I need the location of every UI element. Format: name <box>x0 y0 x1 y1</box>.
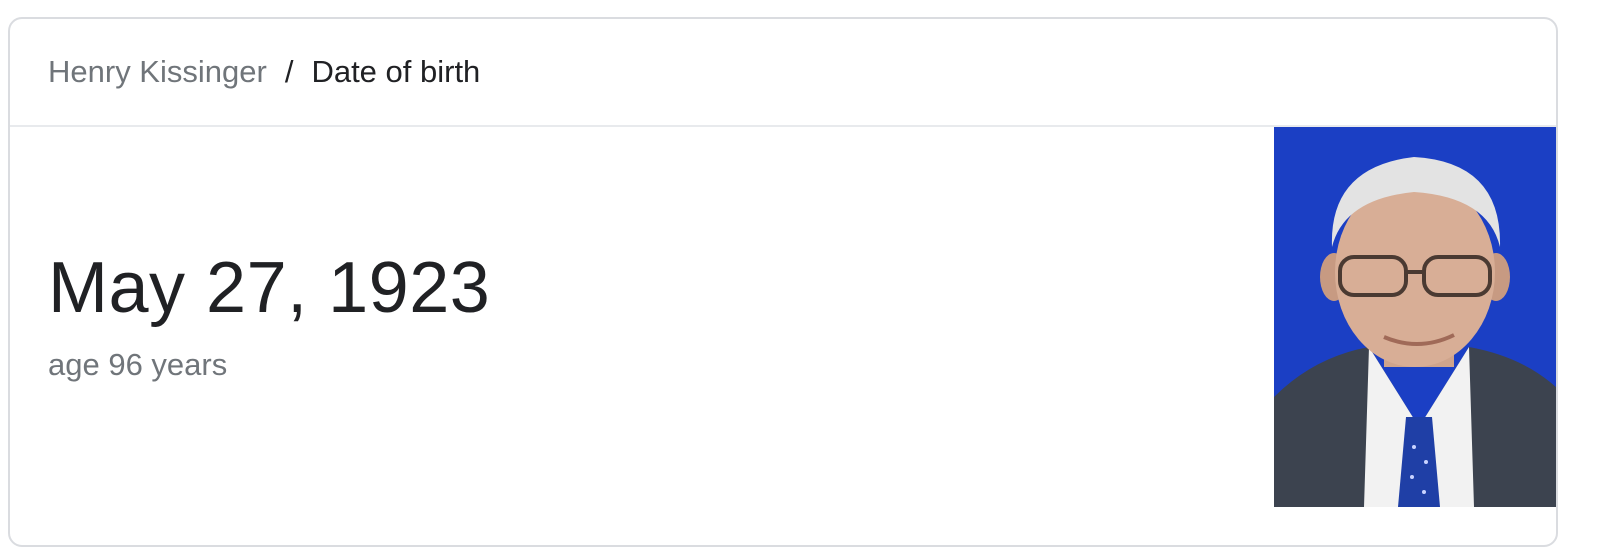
age-subtitle: age 96 years <box>48 347 228 382</box>
breadcrumb-entity-link[interactable]: Henry Kissinger <box>48 54 267 90</box>
knowledge-card: Henry Kissinger / Date of birth May 27, … <box>8 17 1558 547</box>
portrait-photo[interactable] <box>1274 127 1556 507</box>
breadcrumb-separator: / <box>284 54 294 89</box>
breadcrumb-attribute: Date of birth <box>311 54 481 89</box>
breadcrumb: Henry Kissinger / Date of birth <box>10 19 1556 127</box>
answer-panel: May 27, 1923 age 96 years <box>10 127 1556 545</box>
birth-date-answer: May 27, 1923 <box>48 248 491 328</box>
